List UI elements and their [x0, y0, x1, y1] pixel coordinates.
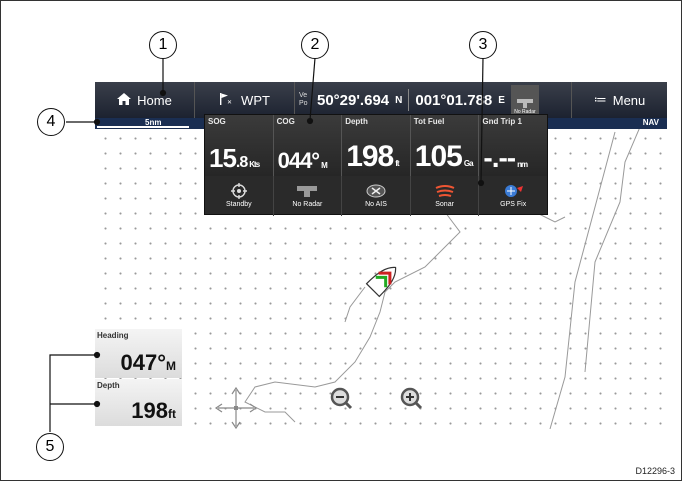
callout-leader-lines: [49, 57, 485, 432]
zoom-out-icon[interactable]: [330, 387, 353, 410]
vessel-icon: [365, 266, 397, 298]
pan-cursor-icon[interactable]: [214, 386, 258, 430]
zoom-in-icon[interactable]: [400, 387, 423, 410]
overlay-graphics: [49, 57, 485, 432]
callout-2: 2: [301, 31, 329, 59]
callout-5: 5: [36, 433, 64, 461]
document-id: D12296-3: [635, 466, 675, 476]
callout-4: 4: [37, 108, 65, 136]
callout-1: 1: [149, 31, 177, 59]
callout-3: 3: [469, 31, 497, 59]
